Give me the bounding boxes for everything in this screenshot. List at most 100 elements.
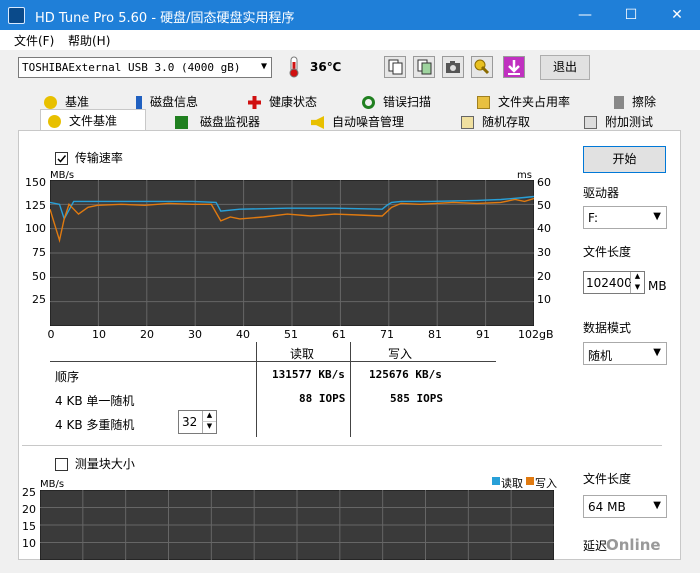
legend-read-swatch [492,477,500,485]
tab-aam[interactable]: 自动噪音管理 [311,113,404,131]
tab-file-benchmark[interactable]: 文件基准 [48,112,117,130]
drive-select-right[interactable]: F: ▼ [583,206,667,229]
legend-write-swatch [526,477,534,485]
spin-down-icon[interactable]: ▼ [202,422,216,433]
block-size-checkbox[interactable]: 测量块大小 [55,455,135,472]
seq-write-value: 125676 KB/s [369,368,442,381]
transfer-rate-checkbox[interactable]: 传输速率 [55,149,123,166]
data-mode-value: 随机 [588,349,613,363]
benchmark-icon [44,96,57,109]
screenshot-button[interactable] [442,56,464,78]
maximize-button[interactable]: ☐ [608,0,654,30]
chevron-down-icon: ▼ [653,211,661,222]
drive-value: F: [588,211,599,225]
benchmark-icon [48,115,61,128]
tools-icon [474,59,490,75]
file-length-label: 文件长度 [583,245,632,259]
copy-all-button[interactable] [413,56,435,78]
menu-file[interactable]: 文件(F) [14,32,54,49]
legend-write-label: 写入 [535,477,557,490]
bottom-tick: 30 [188,328,202,341]
tab-folder-usage[interactable]: 文件夹占用率 [477,93,570,111]
save-button[interactable] [503,56,525,78]
watermark: Online [606,536,661,554]
row-label: 顺序 [55,370,80,384]
bottom-tick: 51 [284,328,298,341]
right-tick: 10 [537,293,551,306]
minimize-button[interactable]: — [562,0,608,30]
bottom-tick: 71 [380,328,394,341]
right-tick: 60 [537,176,551,189]
bottom-tick: 102gB [518,328,554,341]
bottom-tick: 20 [140,328,154,341]
camera-icon [446,61,460,73]
info-icon [136,96,142,109]
checkbox-checked [55,152,68,165]
menu-help[interactable]: 帮助(H) [68,32,110,49]
tab-health[interactable]: 健康状态 [248,93,317,111]
table-col-divider [256,342,257,437]
file-length-stepper[interactable]: 102400 ▲ ▼ [583,271,645,294]
copy-icon [388,59,403,75]
tab-random-access[interactable]: 随机存取 [461,113,530,131]
block-file-length-value: 64 MB [588,500,626,514]
queue-depth-stepper[interactable]: 32 ▲ ▼ [178,410,217,434]
right-tick: 30 [537,246,551,259]
bottom-tick: 40 [236,328,250,341]
table-col-divider [350,342,351,437]
row-label: 4 KB 单一随机 [55,394,135,408]
folder-icon [477,96,490,109]
tab-erase[interactable]: 擦除 [614,93,656,111]
seq-read-value: 131577 KB/s [272,368,345,381]
options-button[interactable] [471,56,493,78]
block-tick: 10 [22,537,36,550]
rand4k-write-value: 585 IOPS [390,392,443,405]
download-icon [508,60,520,75]
left-tick: 125 [25,199,46,212]
magnifier-icon [362,96,375,109]
left-tick: 25 [32,293,46,306]
block-tick: 20 [22,503,36,516]
tab-extra-tests[interactable]: 附加测试 [584,113,653,131]
start-button[interactable]: 开始 [583,146,666,173]
drive-label: 驱动器 [583,186,620,200]
section-separator [22,445,662,446]
bottom-tick: 0 [47,328,55,341]
check-icon [57,155,67,163]
data-mode-select[interactable]: 随机 ▼ [583,342,667,365]
health-cross-icon [248,96,261,109]
right-tick: 20 [537,270,551,283]
delay-label: 延迟 [583,539,608,553]
left-tick: 150 [25,176,46,189]
block-file-length-select[interactable]: 64 MB ▼ [583,495,667,518]
data-mode-label: 数据模式 [583,321,632,335]
bottom-tick: 61 [332,328,346,341]
copy-info-button[interactable] [384,56,406,78]
file-length-unit: MB [648,279,667,293]
spin-down-icon[interactable]: ▼ [630,283,644,293]
tab-error-scan[interactable]: 错误扫描 [362,93,431,111]
row-label: 4 KB 多重随机 [55,418,135,432]
exit-button[interactable]: 退出 [540,55,590,80]
drive-select[interactable]: TOSHIBAExternal USB 3.0 (4000 gB) ▼ [18,57,272,78]
bottom-tick: 81 [428,328,442,341]
drive-select-value: TOSHIBAExternal USB 3.0 (4000 gB) [22,61,241,74]
transfer-rate-chart [50,180,534,326]
chevron-down-icon: ▼ [260,61,267,72]
chevron-down-icon: ▼ [653,500,661,511]
left-tick: 100 [25,222,46,235]
extra-tests-icon [584,116,597,129]
tab-disk-monitor[interactable]: 磁盘监视器 [175,113,260,131]
block-chart-unit: MB/s [40,479,65,490]
checkbox-unchecked [55,458,68,471]
chevron-down-icon: ▼ [653,347,661,358]
block-tick: 15 [22,520,36,533]
spin-up-icon[interactable]: ▲ [202,411,216,422]
trash-icon [614,96,624,109]
monitor-chart-icon [175,116,188,129]
spin-up-icon[interactable]: ▲ [630,272,644,282]
right-tick: 40 [537,222,551,235]
title-bar: HD Tune Pro 5.60 - 硬盘/固态硬盘实用程序 — ☐ ✕ [0,0,700,30]
temperature-readout: 36℃ [310,60,342,74]
close-button[interactable]: ✕ [654,0,700,30]
